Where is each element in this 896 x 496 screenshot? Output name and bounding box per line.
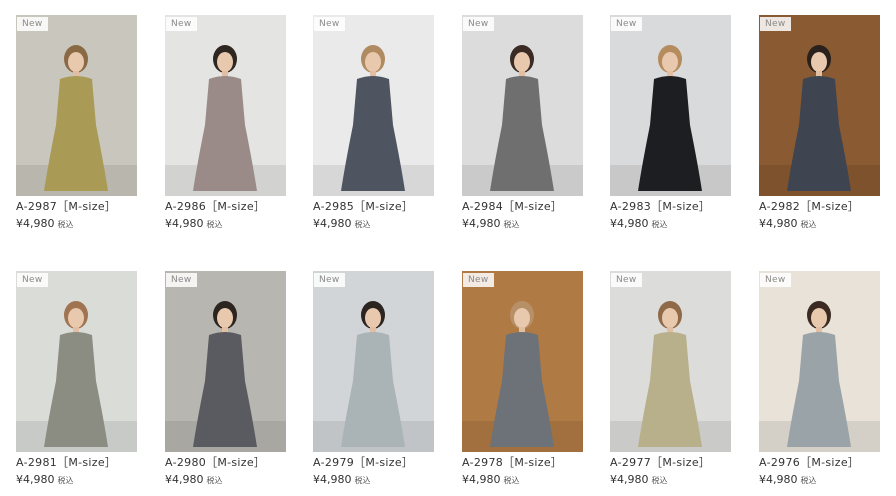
product-card[interactable]: New A-2984［M-size］ ¥4,980 税込 [462,15,583,232]
product-price: ¥4,980 [462,217,501,230]
new-badge: New [611,17,642,31]
new-badge: New [17,17,48,31]
product-card[interactable]: New A-2982［M-size］ ¥4,980 税込 [759,15,880,232]
product-name[interactable]: A-2987［M-size］ [16,200,137,214]
price-row: ¥4,980 税込 [462,473,583,488]
new-badge: New [463,273,494,287]
model-face [662,308,678,328]
product-price: ¥4,980 [462,473,501,486]
model-face [217,308,233,328]
product-price: ¥4,980 [759,473,798,486]
product-card[interactable]: New A-2986［M-size］ ¥4,980 税込 [165,15,286,232]
product-card[interactable]: New A-2978［M-size］ ¥4,980 税込 [462,271,583,488]
product-card[interactable]: New A-2983［M-size］ ¥4,980 税込 [610,15,731,232]
new-badge: New [314,17,345,31]
product-photo[interactable]: New [462,15,583,196]
price-row: ¥4,980 税込 [16,217,137,232]
product-photo[interactable]: New [759,15,880,196]
tax-included-label: 税込 [651,476,668,485]
product-photo[interactable]: New [759,271,880,452]
product-photo[interactable]: New [16,15,137,196]
price-row: ¥4,980 税込 [610,473,731,488]
product-price: ¥4,980 [16,217,55,230]
product-card[interactable]: New A-2981［M-size］ ¥4,980 税込 [16,271,137,488]
model-face [662,52,678,72]
model-face [514,52,530,72]
price-row: ¥4,980 税込 [16,473,137,488]
product-card[interactable]: New A-2976［M-size］ ¥4,980 税込 [759,271,880,488]
tax-included-label: 税込 [206,476,223,485]
product-photo[interactable]: New [313,15,434,196]
tax-included-label: 税込 [206,220,223,229]
tax-included-label: 税込 [503,476,520,485]
model-face [811,308,827,328]
product-name[interactable]: A-2977［M-size］ [610,456,731,470]
model-face [365,308,381,328]
new-badge: New [611,273,642,287]
product-photo[interactable]: New [610,271,731,452]
tax-included-label: 税込 [354,476,371,485]
product-price: ¥4,980 [313,473,352,486]
product-name[interactable]: A-2983［M-size］ [610,200,731,214]
product-price: ¥4,980 [610,473,649,486]
product-name[interactable]: A-2985［M-size］ [313,200,434,214]
model-face [68,308,84,328]
model-face [514,308,530,328]
new-badge: New [314,273,345,287]
product-photo[interactable]: New [610,15,731,196]
product-photo[interactable]: New [462,271,583,452]
product-photo[interactable]: New [313,271,434,452]
model-face [365,52,381,72]
product-price: ¥4,980 [165,473,204,486]
new-badge: New [463,17,494,31]
product-name[interactable]: A-2978［M-size］ [462,456,583,470]
tax-included-label: 税込 [503,220,520,229]
product-name[interactable]: A-2981［M-size］ [16,456,137,470]
product-card[interactable]: New A-2985［M-size］ ¥4,980 税込 [313,15,434,232]
price-row: ¥4,980 税込 [759,473,880,488]
product-price: ¥4,980 [16,473,55,486]
price-row: ¥4,980 税込 [313,473,434,488]
model-face [217,52,233,72]
product-price: ¥4,980 [610,217,649,230]
new-badge: New [166,17,197,31]
product-card[interactable]: New A-2980［M-size］ ¥4,980 税込 [165,271,286,488]
price-row: ¥4,980 税込 [610,217,731,232]
price-row: ¥4,980 税込 [165,473,286,488]
price-row: ¥4,980 税込 [759,217,880,232]
product-name[interactable]: A-2986［M-size］ [165,200,286,214]
new-badge: New [166,273,197,287]
new-badge: New [760,273,791,287]
tax-included-label: 税込 [800,220,817,229]
price-row: ¥4,980 税込 [462,217,583,232]
product-price: ¥4,980 [759,217,798,230]
product-photo[interactable]: New [16,271,137,452]
new-badge: New [17,273,48,287]
product-photo[interactable]: New [165,271,286,452]
price-row: ¥4,980 税込 [165,217,286,232]
tax-included-label: 税込 [57,220,74,229]
product-photo[interactable]: New [165,15,286,196]
product-grid: New A-2987［M-size］ ¥4,980 税込 New A-2986［M-siz… [0,0,896,496]
tax-included-label: 税込 [651,220,668,229]
product-name[interactable]: A-2982［M-size］ [759,200,880,214]
product-name[interactable]: A-2979［M-size］ [313,456,434,470]
product-price: ¥4,980 [165,217,204,230]
product-price: ¥4,980 [313,217,352,230]
price-row: ¥4,980 税込 [313,217,434,232]
model-face [811,52,827,72]
product-card[interactable]: New A-2987［M-size］ ¥4,980 税込 [16,15,137,232]
product-name[interactable]: A-2980［M-size］ [165,456,286,470]
model-face [68,52,84,72]
tax-included-label: 税込 [800,476,817,485]
tax-included-label: 税込 [57,476,74,485]
product-card[interactable]: New A-2979［M-size］ ¥4,980 税込 [313,271,434,488]
product-name[interactable]: A-2976［M-size］ [759,456,880,470]
new-badge: New [760,17,791,31]
tax-included-label: 税込 [354,220,371,229]
product-card[interactable]: New A-2977［M-size］ ¥4,980 税込 [610,271,731,488]
product-name[interactable]: A-2984［M-size］ [462,200,583,214]
